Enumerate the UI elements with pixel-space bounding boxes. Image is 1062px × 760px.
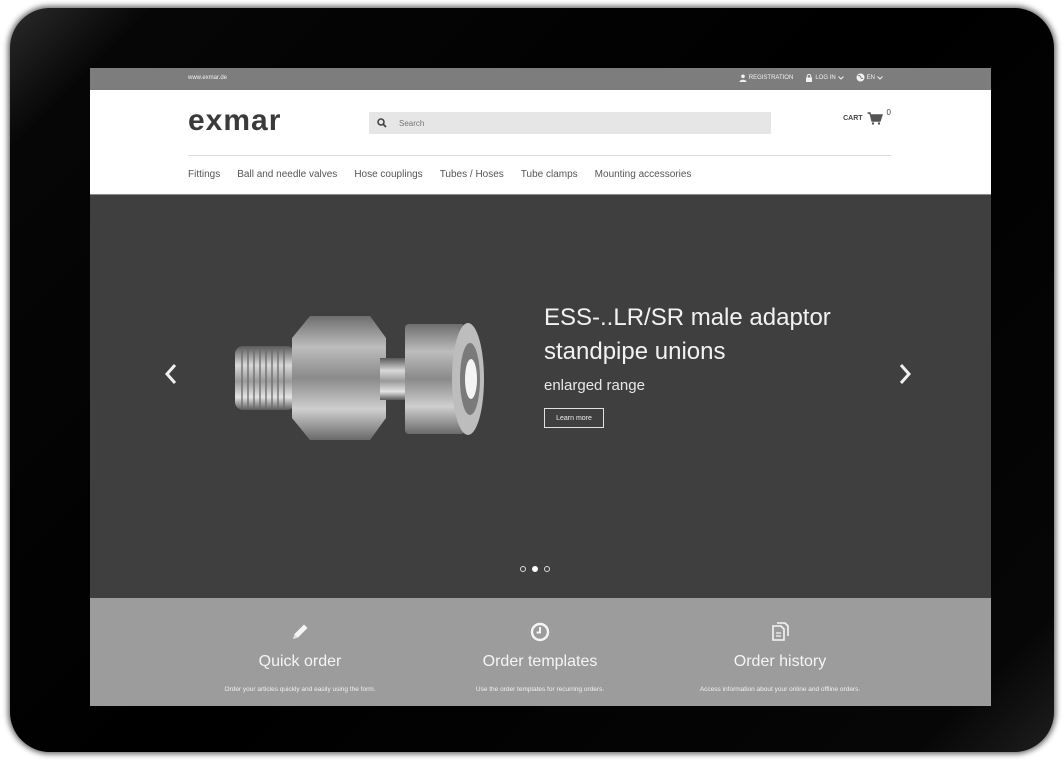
search-icon[interactable] (377, 118, 387, 128)
registration-link[interactable]: REGISTRATION (739, 74, 794, 82)
login-label: LOG IN (815, 74, 836, 81)
feature-description: Access information about your online and… (699, 686, 861, 693)
learn-more-button[interactable]: Learn more (544, 408, 604, 428)
feature-description: Use the order templates for recurring or… (475, 686, 605, 693)
pencil-icon (293, 624, 308, 639)
site-url[interactable]: www.exmar.de (188, 75, 227, 81)
feature-title: Order templates (482, 653, 598, 670)
main-nav: Fittings Ball and needle valves Hose cou… (188, 169, 691, 180)
nav-item-tubes-hoses[interactable]: Tubes / Hoses (440, 169, 504, 180)
nav-item-hose-couplings[interactable]: Hose couplings (354, 169, 422, 180)
feature-bar: Quick order Order your articles quickly … (90, 598, 991, 706)
feature-title: Order history (733, 653, 827, 670)
hero-title: ESS-..LR/SR male adaptor standpipe union… (544, 304, 831, 365)
feature-description: Order your articles quickly and easily u… (224, 686, 376, 693)
cart-count: 0 (886, 108, 891, 117)
globe-icon (856, 73, 865, 82)
cart-icon (867, 112, 883, 125)
chevron-left-icon[interactable] (160, 357, 182, 391)
top-bar-links: REGISTRATION LOG IN EN (739, 73, 883, 82)
browser-screen: www.exmar.de REGISTRATION LOG IN EN exma… (90, 68, 991, 706)
slider-dot-2[interactable] (532, 566, 538, 572)
search-input[interactable] (397, 117, 751, 129)
header-divider (188, 155, 891, 156)
clock-icon (530, 622, 550, 642)
site-header: exmar CART 0 Fittings Ball and needle va… (90, 90, 991, 195)
registration-label: REGISTRATION (748, 74, 794, 81)
search-bar (369, 112, 771, 134)
user-icon (739, 74, 747, 82)
nav-item-fittings[interactable]: Fittings (188, 169, 220, 180)
cart-label: CART (843, 115, 863, 122)
language-switcher[interactable]: EN (856, 73, 883, 82)
nav-item-ball-and-needle-valves[interactable]: Ball and needle valves (237, 169, 337, 180)
hero-slider: ESS-..LR/SR male adaptor standpipe union… (90, 195, 991, 598)
slider-dot-3[interactable] (544, 566, 550, 572)
slider-dot-1[interactable] (520, 566, 526, 572)
login-link[interactable]: LOG IN (805, 73, 844, 82)
documents-icon (772, 622, 789, 641)
slider-dots (520, 566, 550, 572)
nav-item-tube-clamps[interactable]: Tube clamps (521, 169, 578, 180)
exmar-logo[interactable]: exmar (188, 104, 281, 138)
lock-icon (806, 73, 813, 82)
nav-item-mounting-accessories[interactable]: Mounting accessories (595, 169, 692, 180)
language-label: EN (866, 74, 875, 81)
top-bar: www.exmar.de REGISTRATION LOG IN EN (90, 68, 991, 90)
product-image (235, 316, 484, 440)
feature-title: Quick order (258, 653, 342, 670)
chevron-down-icon (877, 75, 883, 80)
chevron-down-icon (837, 75, 844, 80)
hero-subtitle: enlarged range (544, 377, 645, 394)
cart-button[interactable]: CART 0 (843, 108, 891, 125)
